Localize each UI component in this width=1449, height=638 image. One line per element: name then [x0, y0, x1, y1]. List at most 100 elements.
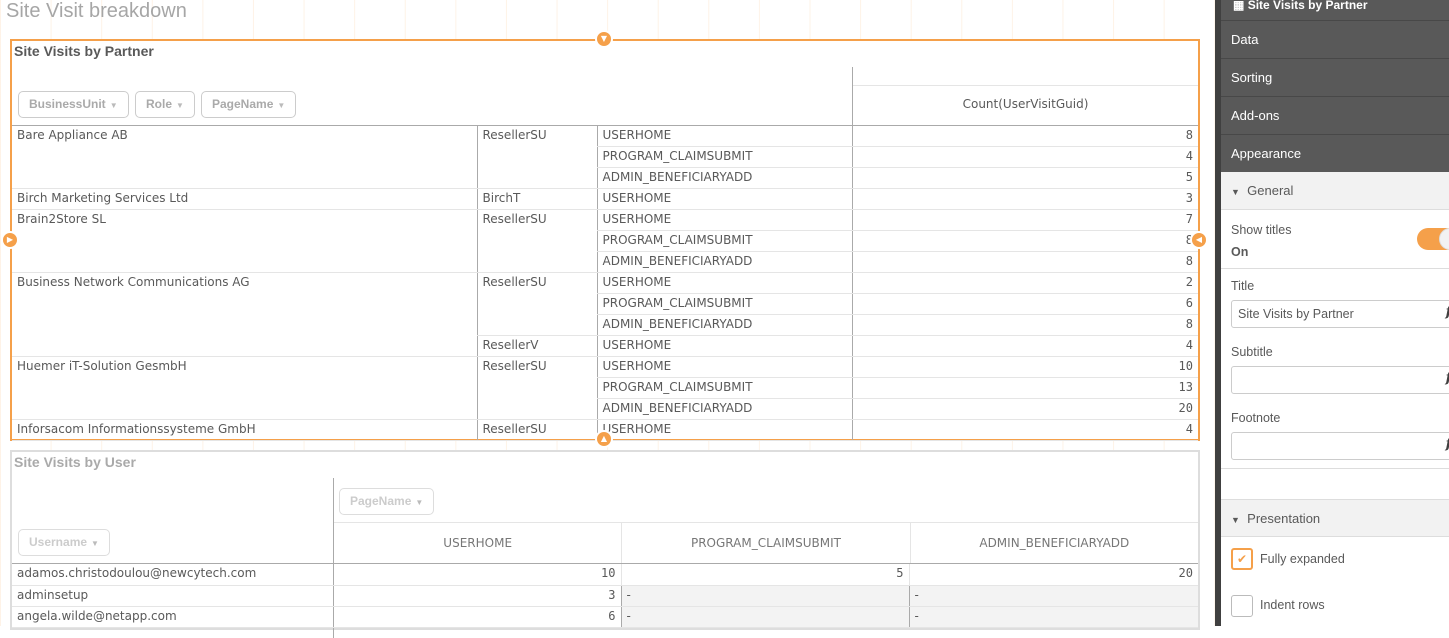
indent-rows-checkbox[interactable] — [1231, 595, 1253, 617]
role-cell[interactable]: ResellerSU — [476, 125, 597, 189]
partner-pivot-table[interactable]: Site Visits by Partner Count(UserVisitGu… — [10, 39, 1200, 441]
value-cell[interactable]: - — [908, 606, 1198, 628]
pagename-cell[interactable]: USERHOME — [596, 272, 852, 294]
menu-data[interactable]: Data — [1221, 20, 1449, 58]
count-cell[interactable]: 8 — [851, 314, 1198, 336]
pagename-cell[interactable]: PROGRAM_CLAIMSUBMIT — [596, 146, 852, 168]
dim-button-pagename[interactable]: PageName ▼ — [339, 488, 435, 515]
value-cell[interactable]: 3 — [332, 585, 621, 607]
count-cell[interactable]: 4 — [851, 419, 1198, 441]
dim-button-username[interactable]: Username ▼ — [18, 529, 110, 556]
sheet-title: Site Visit breakdown — [6, 0, 187, 22]
subtitle-label: Subtitle — [1231, 345, 1273, 359]
value-cell[interactable]: - — [908, 585, 1198, 607]
count-cell[interactable]: 3 — [851, 188, 1198, 210]
username-cell[interactable]: adamos.christodoulou@newcytech.com — [12, 564, 333, 586]
role-cell[interactable]: BirchT — [476, 188, 597, 210]
table-row: angela.wilde@netapp.com 6- - — [12, 606, 1198, 628]
table-row: Brain2Store SL ResellerSU USERHOME 7 — [12, 209, 1198, 273]
resize-handle-right[interactable]: ◀ — [1190, 231, 1208, 249]
measure-header[interactable]: Count(UserVisitGuid) — [853, 97, 1198, 111]
pagename-cell[interactable]: PROGRAM_CLAIMSUBMIT — [596, 230, 852, 252]
partner-cell[interactable]: Brain2Store SL — [12, 209, 477, 273]
fx-icon[interactable]: fx — [1446, 304, 1449, 320]
pagename-cell[interactable]: USERHOME — [596, 209, 852, 231]
pagename-cell[interactable]: ADMIN_BENEFICIARYADD — [596, 398, 852, 420]
role-cell[interactable]: ResellerSU — [476, 272, 597, 336]
fully-expanded-label: Fully expanded — [1260, 552, 1345, 566]
menu-add-ons[interactable]: Add-ons — [1221, 96, 1449, 134]
column-header[interactable]: ADMIN_BENEFICIARYADD — [909, 523, 1198, 563]
count-cell[interactable]: 8 — [851, 230, 1198, 252]
pagename-cell[interactable]: USERHOME — [596, 188, 852, 210]
column-header[interactable]: USERHOME — [334, 523, 621, 563]
value-cell[interactable]: 20 — [908, 564, 1198, 586]
pagename-cell[interactable]: USERHOME — [596, 335, 852, 357]
username-cell[interactable]: angela.wilde@netapp.com — [12, 606, 333, 628]
pagename-cell[interactable]: ADMIN_BENEFICIARYADD — [596, 167, 852, 189]
user-table-body: adamos.christodoulou@newcytech.com 10 5 20 a… — [12, 564, 1198, 628]
count-cell[interactable]: 4 — [851, 146, 1198, 168]
count-cell[interactable]: 8 — [851, 125, 1198, 147]
section-presentation[interactable]: ▼ Presentation — [1221, 499, 1449, 537]
count-cell[interactable]: 6 — [851, 293, 1198, 315]
partner-cell[interactable]: Bare Appliance AB — [12, 125, 477, 189]
value-cell[interactable]: - — [620, 585, 909, 607]
fx-icon[interactable]: fx — [1446, 370, 1449, 386]
role-cell[interactable]: ResellerSU — [476, 419, 597, 441]
partner-cell[interactable]: Huemer iT-Solution GesmbH — [12, 356, 477, 420]
fx-icon[interactable]: fx — [1446, 436, 1449, 452]
count-cell[interactable]: 13 — [851, 377, 1198, 399]
user-pivot-table[interactable]: Site Visits by User PageName ▼ Username ▼ … — [10, 450, 1200, 638]
pagename-cell[interactable]: PROGRAM_CLAIMSUBMIT — [596, 377, 852, 399]
value-cell[interactable]: 10 — [332, 564, 621, 586]
pagename-cell[interactable]: PROGRAM_CLAIMSUBMIT — [596, 293, 852, 315]
table-row: Business Network Communications AG Resell… — [12, 272, 1198, 357]
pagename-cell[interactable]: USERHOME — [596, 125, 852, 147]
subtitle-input[interactable]: fx — [1231, 366, 1449, 394]
partner-cell[interactable]: Birch Marketing Services Ltd — [12, 188, 477, 210]
menu-appearance[interactable]: Appearance — [1221, 134, 1449, 172]
fully-expanded-checkbox[interactable]: ✔ — [1231, 548, 1253, 570]
count-cell[interactable]: 8 — [851, 251, 1198, 273]
menu-sorting[interactable]: Sorting — [1221, 58, 1449, 96]
dim-button-businessunit[interactable]: BusinessUnit ▼ — [18, 91, 129, 118]
pagename-cell[interactable]: ADMIN_BENEFICIARYADD — [596, 251, 852, 273]
count-cell[interactable]: 7 — [851, 209, 1198, 231]
role-cell[interactable]: ResellerSU — [476, 209, 597, 273]
caret-down-icon: ▼ — [109, 101, 118, 110]
title-input[interactable]: Site Visits by Partnerfx — [1231, 300, 1449, 328]
dim-button-role[interactable]: Role ▼ — [135, 91, 195, 118]
username-cell[interactable]: adminsetup — [12, 585, 333, 607]
show-titles-value: On — [1231, 245, 1249, 259]
object-title: Site Visits by Partner — [14, 43, 154, 59]
count-cell[interactable]: 20 — [851, 398, 1198, 420]
dim-button-pagename[interactable]: PageName ▼ — [201, 91, 297, 118]
count-cell[interactable]: 10 — [851, 356, 1198, 378]
pagename-cell[interactable]: ADMIN_BENEFICIARYADD — [596, 314, 852, 336]
column-header[interactable]: PROGRAM_CLAIMSUBMIT — [621, 523, 909, 563]
footnote-input[interactable]: fx — [1231, 432, 1449, 460]
count-cell[interactable]: 2 — [851, 272, 1198, 294]
indent-rows-label: Indent rows — [1260, 598, 1325, 612]
table-row: adamos.christodoulou@newcytech.com 10 5 20 — [12, 564, 1198, 586]
count-cell[interactable]: 5 — [851, 167, 1198, 189]
value-cell[interactable]: 6 — [332, 606, 621, 628]
resize-handle-left[interactable]: ▶ — [1, 231, 19, 249]
resize-handle-top[interactable]: ▼ — [595, 30, 613, 48]
partner-cell[interactable]: Business Network Communications AG — [12, 272, 477, 357]
pagename-cell[interactable]: USERHOME — [596, 419, 852, 441]
partner-cell[interactable]: Inforsacom Informationssysteme GmbH — [12, 419, 477, 441]
sheet-canvas: Site Visit breakdown Site Visits by Part… — [0, 0, 1215, 638]
value-cell[interactable]: - — [620, 606, 909, 628]
role-cell[interactable]: ResellerSU — [476, 356, 597, 420]
caret-down-icon: ▼ — [1231, 515, 1240, 525]
section-general[interactable]: ▼ General — [1221, 172, 1449, 210]
count-cell[interactable]: 4 — [851, 335, 1198, 357]
value-cell[interactable]: 5 — [620, 564, 909, 586]
pagename-cell[interactable]: USERHOME — [596, 356, 852, 378]
show-titles-toggle[interactable] — [1417, 228, 1449, 250]
resize-handle-bottom[interactable]: ▲ — [595, 430, 613, 448]
role-cell[interactable]: ResellerV — [476, 335, 597, 357]
caret-down-icon: ▼ — [91, 539, 99, 548]
